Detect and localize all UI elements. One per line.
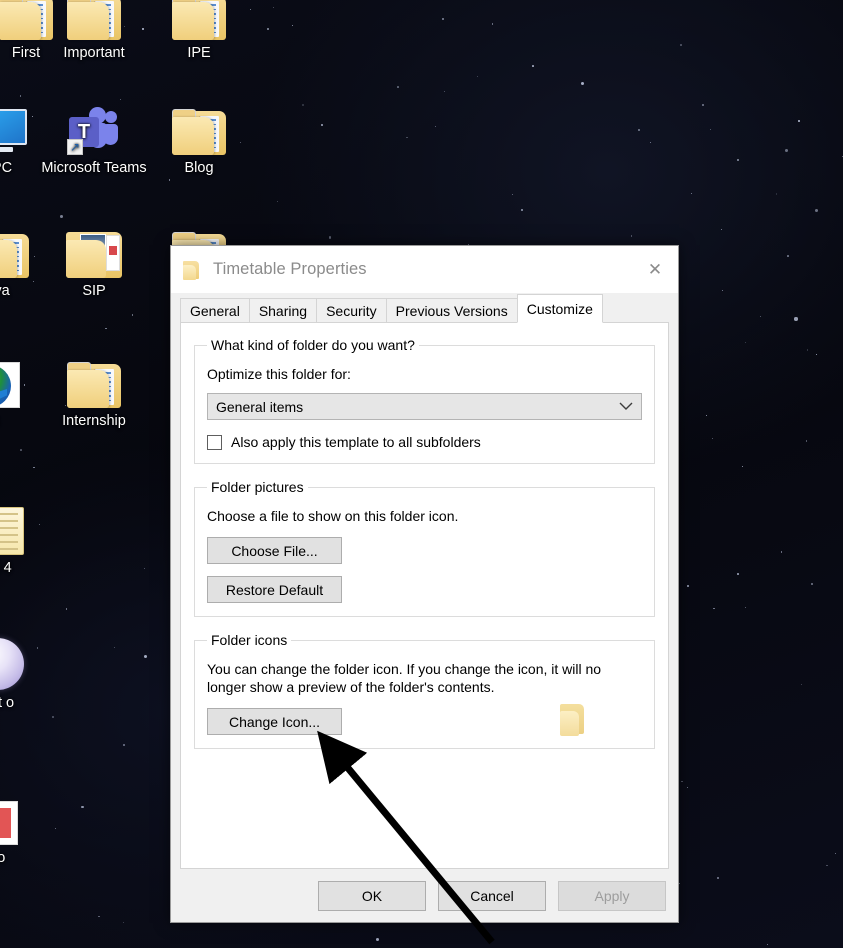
photofolder-icon	[40, 218, 148, 278]
timetable-properties-dialog[interactable]: Timetable Properties ✕ GeneralSharingSec…	[170, 245, 679, 923]
desktop-icon-label: IPE	[145, 44, 253, 62]
cancel-button[interactable]: Cancel	[438, 881, 546, 911]
tab-security[interactable]: Security	[316, 298, 387, 322]
folder-icons-legend: Folder icons	[207, 632, 291, 648]
desktop-icon-label: Important	[40, 44, 148, 62]
desktop-icon-label: i 4	[0, 559, 58, 577]
tab-customize[interactable]: Customize	[517, 294, 603, 323]
desktop-icon-red-file[interactable]: ico	[0, 785, 50, 867]
folder-kind-legend: What kind of folder do you want?	[207, 337, 419, 353]
desktop-icon-mi-4[interactable]: i 4	[0, 495, 58, 577]
folder-kind-group: What kind of folder do you want? Optimiz…	[194, 337, 655, 464]
restore-default-button[interactable]: Restore Default	[207, 576, 342, 603]
folder-icon	[183, 260, 201, 280]
desktop-icon-label: ico	[0, 849, 50, 867]
folder-icon	[145, 0, 253, 40]
dialog-title: Timetable Properties	[213, 260, 632, 279]
desktop-icon-sip[interactable]: SIP	[40, 218, 148, 300]
folder-icon-preview	[560, 704, 586, 736]
chevron-down-icon	[619, 400, 633, 414]
desktop-icon-label: ent o	[0, 694, 52, 712]
desktop-icon-label: SIP	[40, 282, 148, 300]
dialog-button-bar: OK Cancel Apply	[171, 869, 678, 922]
folder-icon	[40, 348, 148, 408]
folder-icon	[40, 0, 148, 40]
folder-pictures-description: Choose a file to show on this folder ico…	[207, 507, 642, 525]
desktop[interactable]: FirstImportantIPEPCT↗Microsoft TeamsBlog…	[0, 0, 843, 948]
notefile-icon	[0, 495, 58, 555]
close-icon[interactable]: ✕	[632, 246, 678, 293]
desktop-icon-internship[interactable]: Internship	[40, 348, 148, 430]
tab-general[interactable]: General	[180, 298, 250, 322]
change-icon-button[interactable]: Change Icon...	[207, 708, 342, 735]
choose-file-button[interactable]: Choose File...	[207, 537, 342, 564]
customize-tab-panel: What kind of folder do you want? Optimiz…	[180, 322, 669, 869]
desktop-icon-sphere-app[interactable]: ent o	[0, 630, 52, 712]
optimize-folder-value: General items	[216, 399, 303, 415]
dialog-title-bar[interactable]: Timetable Properties ✕	[171, 246, 678, 293]
desktop-icon-label: Blog	[145, 159, 253, 177]
apply-to-subfolders-checkbox[interactable]: Also apply this template to all subfolde…	[207, 434, 642, 450]
desktop-icon-blog[interactable]: Blog	[145, 95, 253, 177]
desktop-icon-microsoft-teams[interactable]: T↗ Microsoft Teams	[40, 95, 148, 177]
folder-icons-group: Folder icons You can change the folder i…	[194, 632, 655, 749]
tab-previous-versions[interactable]: Previous Versions	[386, 298, 518, 322]
checkbox-box	[207, 435, 222, 450]
redfile-icon	[0, 785, 50, 845]
folder-pictures-legend: Folder pictures	[207, 479, 308, 495]
tab-strip[interactable]: GeneralSharingSecurityPrevious VersionsC…	[171, 293, 678, 322]
optimize-label: Optimize this folder for:	[207, 365, 642, 383]
desktop-icon-ipe[interactable]: IPE	[145, 0, 253, 62]
optimize-folder-dropdown[interactable]: General items	[207, 393, 642, 420]
sphere-icon	[0, 630, 52, 690]
teams-icon: T↗	[40, 95, 148, 155]
desktop-icon-label: Microsoft Teams	[40, 159, 148, 177]
folder-icons-description: You can change the folder icon. If you c…	[207, 660, 642, 696]
ok-button[interactable]: OK	[318, 881, 426, 911]
folder-icon	[145, 95, 253, 155]
desktop-icon-important[interactable]: Important	[40, 0, 148, 62]
apply-button[interactable]: Apply	[558, 881, 666, 911]
apply-to-subfolders-label: Also apply this template to all subfolde…	[231, 434, 481, 450]
folder-pictures-group: Folder pictures Choose a file to show on…	[194, 479, 655, 617]
desktop-icon-label: Internship	[40, 412, 148, 430]
tab-sharing[interactable]: Sharing	[249, 298, 317, 322]
